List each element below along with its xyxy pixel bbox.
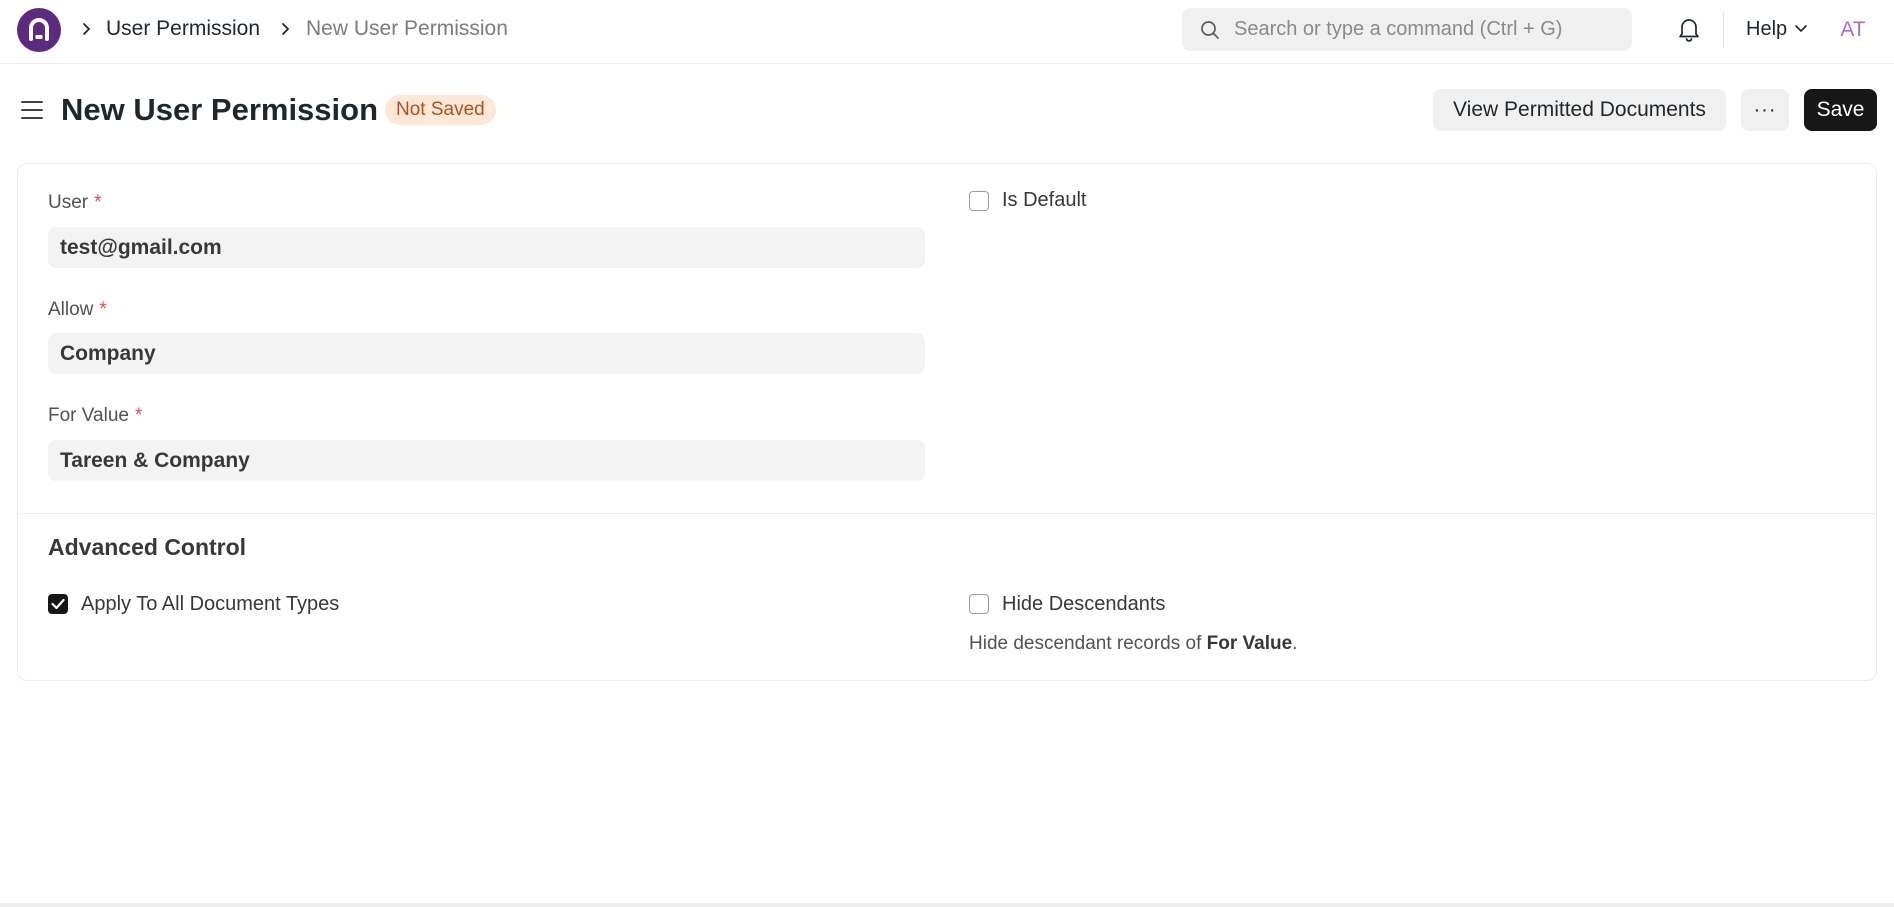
search-bar[interactable] <box>1182 8 1632 51</box>
chevron-down-icon[interactable] <box>1794 24 1808 34</box>
nav-divider <box>1723 12 1724 48</box>
for-value-label: For Value * <box>48 404 142 428</box>
search-input[interactable] <box>1234 8 1624 51</box>
is-default-label[interactable]: Is Default <box>1002 188 1086 212</box>
top-navbar: User Permission New User Permission Help… <box>0 0 1894 64</box>
more-actions-button[interactable]: ··· <box>1741 89 1789 131</box>
breadcrumb-user-permission[interactable]: User Permission <box>106 16 260 42</box>
view-permitted-documents-button[interactable]: View Permitted Documents <box>1433 89 1726 131</box>
status-badge: Not Saved <box>385 95 496 125</box>
allow-label: Allow * <box>48 298 107 322</box>
chevron-right-icon <box>83 23 91 35</box>
user-field[interactable]: test@gmail.com <box>48 227 925 268</box>
chevron-right-icon <box>282 23 290 35</box>
allow-label-text: Allow <box>48 299 94 320</box>
description-suffix: . <box>1292 633 1298 654</box>
help-menu[interactable]: Help <box>1746 16 1787 42</box>
for-value-field[interactable]: Tareen & Company <box>48 440 925 481</box>
description-prefix: Hide descendant records of <box>969 633 1207 654</box>
section-divider <box>18 513 1876 514</box>
hide-descendants-checkbox[interactable] <box>969 594 989 614</box>
user-label: User * <box>48 191 102 215</box>
required-mark: * <box>94 192 102 213</box>
for-value-value: Tareen & Company <box>60 449 250 472</box>
search-icon <box>1201 21 1219 39</box>
breadcrumb-current[interactable]: New User Permission <box>306 16 508 42</box>
hide-descendants-description: Hide descendant records of For Value. <box>969 632 1297 656</box>
user-label-text: User <box>48 192 89 213</box>
allow-value: Company <box>60 342 156 365</box>
allow-field[interactable]: Company <box>48 333 925 374</box>
required-mark: * <box>99 299 107 320</box>
required-mark: * <box>134 405 143 426</box>
save-button[interactable]: Save <box>1804 89 1877 131</box>
page-bottom-border <box>0 903 1894 907</box>
user-value: test@gmail.com <box>60 236 222 259</box>
bell-icon[interactable] <box>1676 15 1702 43</box>
apply-all-document-types-checkbox[interactable] <box>48 594 68 614</box>
checkmark-icon <box>51 598 65 610</box>
for-value-label-text: For Value <box>48 405 129 426</box>
hamburger-icon[interactable] <box>21 99 43 121</box>
app-logo-icon[interactable] <box>17 8 61 52</box>
hide-descendants-label[interactable]: Hide Descendants <box>1002 592 1165 616</box>
avatar[interactable]: AT <box>1833 14 1873 46</box>
description-bold: For Value <box>1206 633 1293 654</box>
apply-all-document-types-label[interactable]: Apply To All Document Types <box>81 592 339 616</box>
form-card: User * test@gmail.com Allow * Company For … <box>17 163 1877 681</box>
page-title: New User Permission <box>61 92 379 127</box>
advanced-control-heading: Advanced Control <box>48 534 247 560</box>
is-default-checkbox[interactable] <box>969 191 989 211</box>
